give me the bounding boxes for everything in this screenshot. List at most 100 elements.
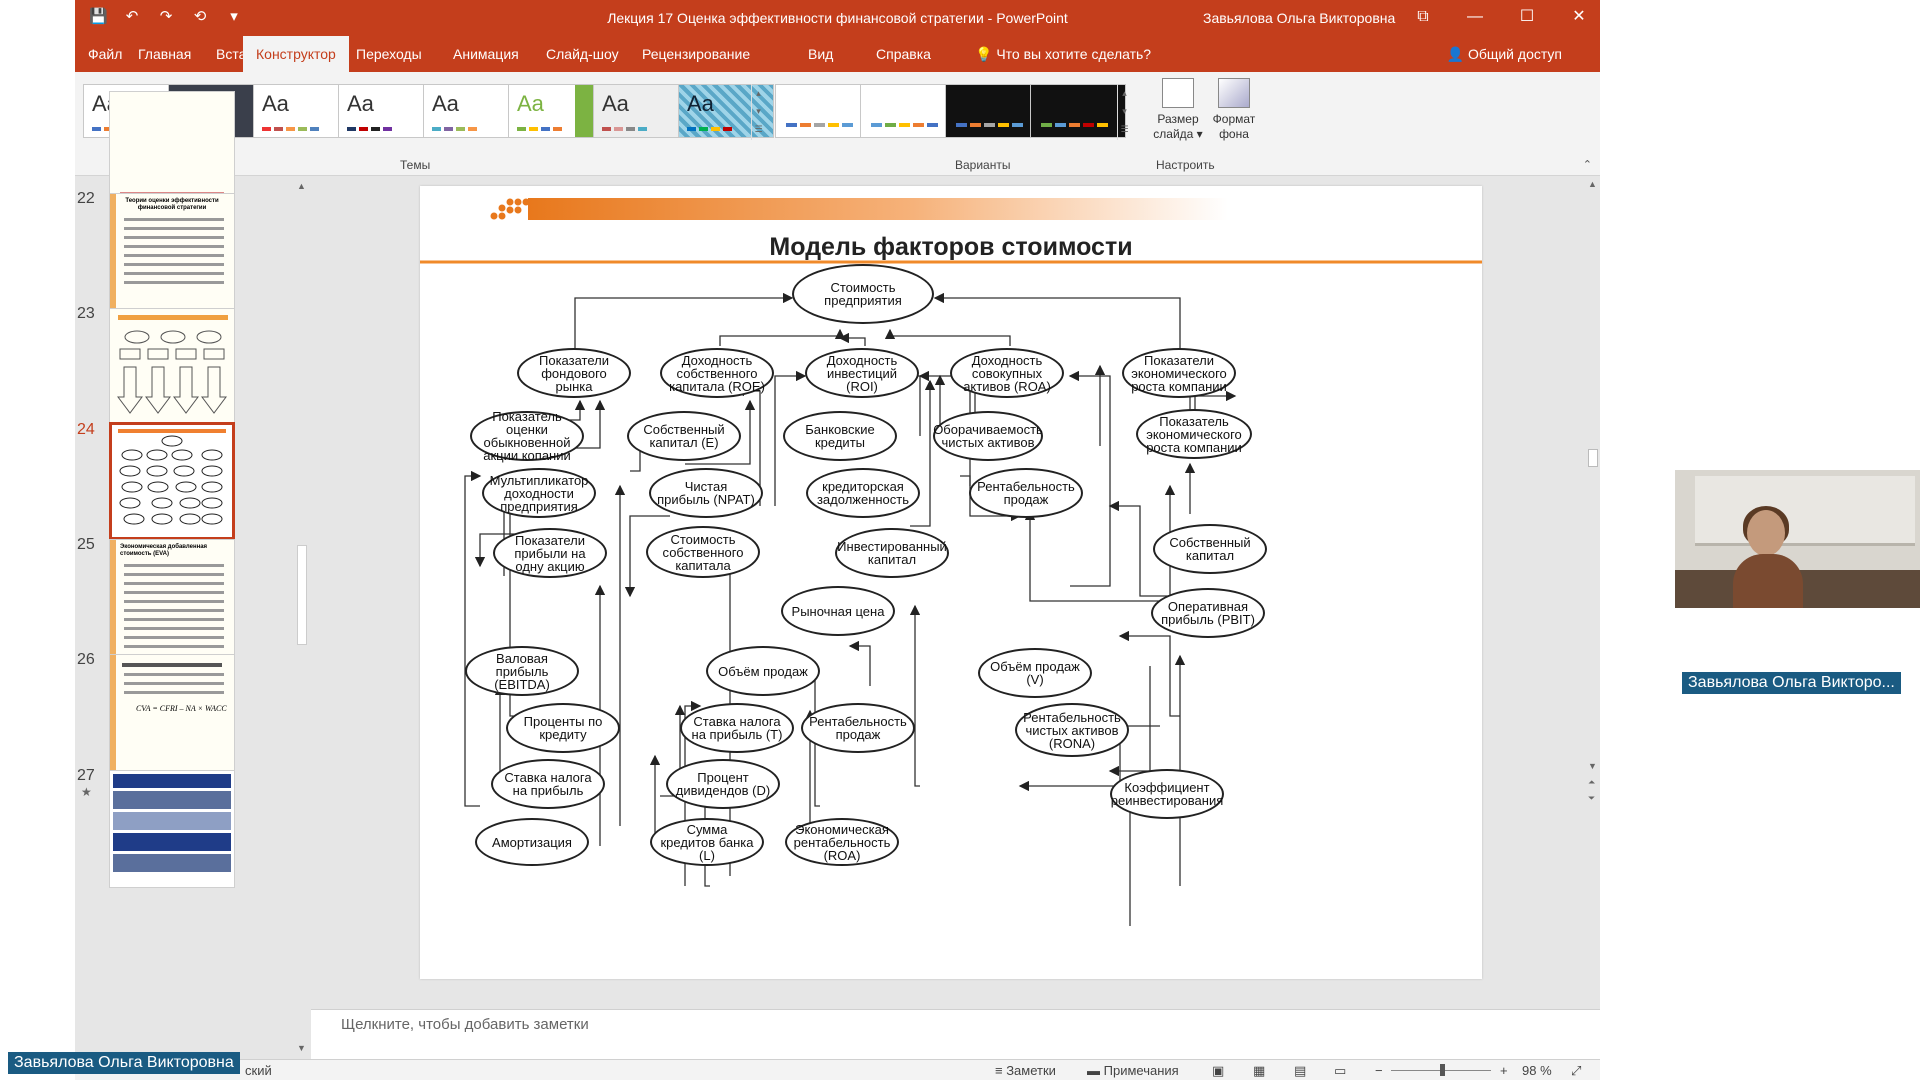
ribbon-display-options-icon[interactable]: ⧉ [1408,4,1438,30]
node-invested-capital[interactable]: Инвестированный капитал [835,528,949,578]
node-enterprise-value[interactable]: Стоимость предприятия [792,264,934,324]
node-growth-indicators[interactable]: Показатели экономического роста компании [1122,348,1236,398]
node-growth-indicator[interactable]: Показатель экономического роста компании [1136,409,1252,459]
slide-thumb-25[interactable]: Экономическая добавленная стоимость (EVA… [109,539,235,657]
node-cost-of-equity[interactable]: Стоимость собственного капитала [646,526,760,578]
themes-gallery-scroll[interactable]: ▴ ▾ ☰ [751,84,765,140]
node-ebitda[interactable]: Валовая прибыль (EBITDA) [465,646,579,696]
scroll-up-icon[interactable]: ▲ [1588,179,1597,189]
node-eps[interactable]: Показатели прибыли на одну акцию [493,528,607,578]
notes-toggle[interactable]: ≡ Заметки [995,1063,1056,1078]
node-reinvestment-ratio[interactable]: Коэффициент реинвестирования [1110,769,1224,819]
tell-me-search[interactable]: 💡 Что вы хотите сделать? [975,36,1151,72]
notes-pane[interactable]: Щелкните, чтобы добавить заметки [311,1009,1600,1059]
node-roi[interactable]: Доходность инвестиций (ROI) [805,348,919,398]
node-equity-e[interactable]: Собственный капитал (E) [627,411,741,461]
node-roa[interactable]: Доходность совокупных активов (ROA) [950,348,1064,398]
slide-number: 24 [77,421,95,438]
zoom-out-button[interactable]: − [1375,1063,1383,1078]
status-bar: ский ≡ Заметки ▬ Примечания ▣ ▦ ▤ ▭ − + … [75,1059,1600,1080]
thumbnails-scrollbar[interactable]: ▲ ▼ [293,177,311,1059]
node-market-price[interactable]: Рыночная цена [781,586,895,636]
slide-size-button[interactable]: Размер слайда ▾ [1151,78,1205,142]
variant-3[interactable] [945,84,1041,138]
variant-2[interactable] [860,84,956,138]
slide-canvas[interactable]: Модель факторов стоимости Стоимость пред… [420,186,1482,979]
node-tax-rate-t[interactable]: Ставка налога на прибыль (T) [680,703,794,753]
tab-home[interactable]: Главная [125,36,204,72]
tab-design[interactable]: Конструктор [243,36,349,72]
fit-to-window-icon[interactable]: ⤢ [1571,1063,1581,1079]
theme-slice[interactable]: Aa [593,84,689,138]
previous-slide-icon[interactable]: ⏶ [1588,777,1595,788]
node-stock-market[interactable]: Показатели фондового рынка [517,348,631,398]
node-profit-multiplier[interactable]: Мультипликатор доходности предприятия [482,468,596,518]
slide-scroll-thumb[interactable] [1588,449,1598,467]
slide-sorter-icon[interactable]: ▦ [1253,1063,1265,1079]
node-rona[interactable]: Рентабельность чистых активов (RONA) [1015,703,1129,757]
close-button[interactable]: ✕ [1564,4,1594,30]
slide-title[interactable]: Модель факторов стоимости [420,233,1482,262]
lightbulb-icon: 💡 [975,46,993,62]
node-npat[interactable]: Чистая прибыль (NPAT) [649,468,763,518]
variant-1[interactable] [775,84,871,138]
tab-view[interactable]: Вид [795,36,846,72]
node-pbit[interactable]: Оперативная прибыль (PBIT) [1151,588,1265,638]
minimize-button[interactable]: — [1460,4,1490,30]
slide-thumb-22[interactable]: Теории оценки эффективности финансовой с… [109,193,235,311]
tab-transitions[interactable]: Переходы [343,36,435,72]
theme-integral[interactable]: Aa [338,84,434,138]
slide-number: 27 [77,767,95,784]
node-sales-volume-v[interactable]: Объём продаж (V) [978,648,1092,698]
theme-green[interactable]: Aa [508,84,604,138]
slide-thumb-23[interactable] [109,308,235,426]
node-bank-credits[interactable]: Банковские кредиты [783,411,897,461]
next-slide-icon[interactable]: ⏷ [1588,793,1595,804]
node-loan-interest[interactable]: Проценты по кредиту [506,703,620,753]
scroll-up-icon[interactable]: ▲ [297,181,306,191]
node-net-asset-turnover[interactable]: Оборачиваемость чистых активов [933,411,1043,461]
node-equity[interactable]: Собственный капитал [1153,524,1267,574]
format-background-button[interactable]: Формат фона [1207,78,1261,142]
node-roe[interactable]: Доходность собственного капитала (ROE) [660,348,774,398]
tab-review[interactable]: Рецензирование [629,36,763,72]
participant-video[interactable] [1675,470,1920,608]
scroll-down-icon[interactable]: ▼ [1588,761,1597,771]
normal-view-icon[interactable]: ▣ [1212,1063,1224,1079]
collapse-ribbon-icon[interactable]: ⌃ [1583,158,1592,171]
slide-thumb-26[interactable]: CVA = CFRI – NA × WACC [109,654,235,772]
slide-thumb-27[interactable] [109,770,235,888]
reading-view-icon[interactable]: ▤ [1294,1063,1306,1079]
signed-in-user[interactable]: Завьялова Ольга Викторовна [1203,10,1395,26]
slide-scrollbar[interactable]: ▲ ▼ ⏶ ⏷ [1586,177,1600,989]
node-tax-rate[interactable]: Ставка налога на прибыль [491,759,605,809]
node-sales-volume[interactable]: Объём продаж [706,646,820,696]
slideshow-view-icon[interactable]: ▭ [1334,1063,1346,1079]
variant-4[interactable] [1030,84,1126,138]
variants-gallery-scroll[interactable]: ▴ ▾ ☰ [1117,84,1131,140]
share-button[interactable]: 👤 Общий доступ [1447,36,1562,72]
theme-ion[interactable]: Aa [423,84,519,138]
thumbnails-scroll-thumb[interactable] [297,545,307,645]
node-economic-roa[interactable]: Экономическая рентабельность (ROA) [785,818,899,866]
node-sales-margin-1[interactable]: Рентабельность продаж [969,468,1083,518]
scroll-down-icon[interactable]: ▼ [297,1043,306,1053]
node-bank-loans[interactable]: Сумма кредитов банка (L) [650,818,764,866]
node-payables[interactable]: кредиторская задолженность [806,468,920,518]
maximize-button[interactable]: ☐ [1512,4,1542,30]
tab-slideshow[interactable]: Слайд-шоу [533,36,632,72]
zoom-slider-handle[interactable] [1440,1064,1445,1076]
comments-toggle[interactable]: ▬ Примечания [1087,1063,1179,1078]
slide-thumb-21[interactable] [109,91,235,209]
node-dividend-percent[interactable]: Процент дивидендов (D) [666,759,780,809]
tab-help[interactable]: Справка [863,36,944,72]
slide-thumb-24-selected[interactable] [109,422,235,540]
node-amortization[interactable]: Амортизация [475,818,589,866]
language-status[interactable]: ский [245,1063,272,1078]
zoom-level[interactable]: 98 % [1522,1063,1552,1078]
tab-animations[interactable]: Анимация [440,36,532,72]
theme-facet[interactable]: Aa [253,84,349,138]
zoom-in-button[interactable]: + [1500,1063,1508,1078]
node-share-valuation[interactable]: Показатель оценки обыкновенной акции коп… [470,410,584,462]
node-sales-margin-2[interactable]: Рентабельность продаж [801,703,915,753]
